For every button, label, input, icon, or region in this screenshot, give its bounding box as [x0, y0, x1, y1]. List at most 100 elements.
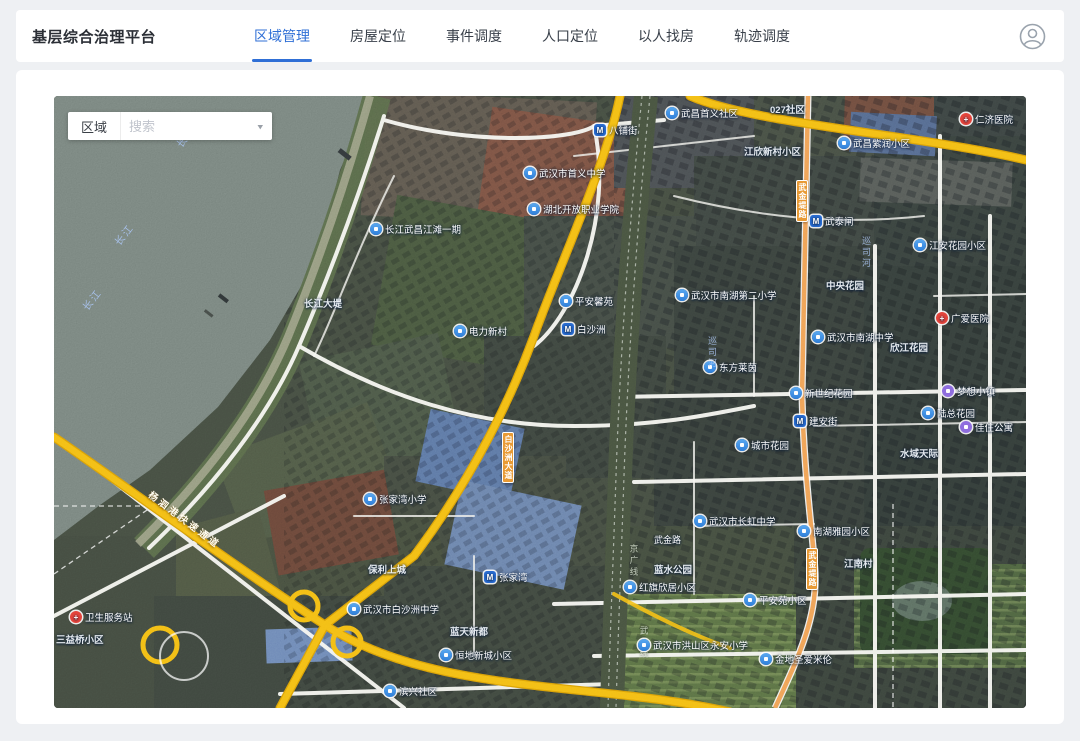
- map-label-text: 江南村: [844, 556, 873, 570]
- nav-tab-4[interactable]: 以人找房: [624, 10, 708, 62]
- map-label-text: 卫生服务站: [85, 610, 133, 624]
- map-text-label: 巡司河: [860, 236, 873, 269]
- map-label-text: 新世纪花园: [805, 386, 853, 400]
- poi-marker: 江安花园小区: [914, 238, 986, 252]
- map-label-text: 三益桥小区: [56, 632, 104, 646]
- poi-marker: 梦想小镇: [942, 384, 995, 398]
- map-label-text: 张家湾小学: [379, 492, 427, 506]
- map-text-label: 江欣新村小区: [744, 144, 801, 158]
- hospital-cross-icon: +: [936, 312, 948, 324]
- poi-marker: 陆总花园: [922, 406, 975, 420]
- nav-tabs: 区域管理房屋定位事件调度人口定位以人找房轨迹调度: [234, 10, 810, 62]
- poi-dot-icon: [704, 361, 716, 373]
- metro-icon: M: [484, 571, 496, 583]
- map-label-text: 城市花园: [751, 438, 789, 452]
- poi-marker: 平安苑小区: [744, 593, 807, 607]
- satellite-map[interactable]: 区域 ▾ 长江长江长江长江大堤长江武昌江滩一期武汉市首义中学湖北开放职业学院M八…: [54, 96, 1026, 708]
- poi-dot-icon: [922, 407, 934, 419]
- map-label-text: 武汉市白沙洲中学: [363, 602, 439, 616]
- map-label-text: 白沙洲大道: [504, 435, 512, 480]
- region-filter-label: 区域: [68, 112, 121, 140]
- poi-dot-icon: [798, 525, 810, 537]
- map-text-label: 杨泗港快速通道: [146, 487, 224, 551]
- map-label-text: 水域天际: [900, 446, 938, 460]
- chevron-down-icon[interactable]: ▾: [248, 121, 272, 131]
- poi-dot-icon: [624, 581, 636, 593]
- map-label-text: 电力新村: [469, 324, 507, 338]
- nav-tab-2[interactable]: 事件调度: [432, 10, 516, 62]
- map-label-text: 巡司河: [706, 336, 719, 369]
- hospital-cross-icon: +: [70, 611, 82, 623]
- map-text-label: 巡司河: [706, 336, 719, 369]
- metro-icon: M: [594, 124, 606, 136]
- map-label-text: 白沙洲: [577, 322, 606, 336]
- map-label-text: 长江大堤: [304, 296, 342, 310]
- map-label-text: 梦想小镇: [957, 384, 995, 398]
- map-text-label: 三益桥小区: [56, 632, 104, 646]
- map-label-text: 佳住公寓: [975, 420, 1013, 434]
- poi-marker: 武汉市长虹中学: [694, 514, 776, 528]
- map-label-text: 建安街: [809, 414, 838, 428]
- nav-tab-1[interactable]: 房屋定位: [336, 10, 420, 62]
- poi-dot-icon: [364, 493, 376, 505]
- hospital-cross-icon: +: [960, 113, 972, 125]
- map-text-label: 京广线: [628, 544, 640, 579]
- content-card: 区域 ▾ 长江长江长江长江大堤长江武昌江滩一期武汉市首义中学湖北开放职业学院M八…: [16, 70, 1064, 724]
- map-label-text: 武泰闸: [825, 214, 854, 228]
- user-avatar-icon[interactable]: [1019, 23, 1046, 50]
- poi-dot-icon: [960, 421, 972, 433]
- map-label-text: 长江武昌江滩一期: [385, 222, 461, 236]
- map-text-label: 长江大堤: [304, 296, 342, 310]
- poi-marker: 湖北开放职业学院: [528, 202, 619, 216]
- map-label-text: 张家湾: [499, 570, 528, 584]
- map-label-text: 东方莱茵: [719, 360, 757, 374]
- map-label-text: 江欣新村小区: [744, 144, 801, 158]
- map-label-text: 武九线: [638, 626, 650, 661]
- map-label-layer: 长江长江长江长江大堤长江武昌江滩一期武汉市首义中学湖北开放职业学院M八铺街武昌首…: [54, 96, 1026, 708]
- poi-dot-icon: [736, 439, 748, 451]
- hospital-marker: +广爱医院: [936, 311, 989, 325]
- poi-dot-icon: [838, 137, 850, 149]
- nav-tab-3[interactable]: 人口定位: [528, 10, 612, 62]
- metro-station-marker: M武泰闸: [810, 214, 854, 228]
- region-search-control[interactable]: 区域 ▾: [68, 112, 272, 140]
- map-text-label: 武九线: [638, 626, 650, 661]
- map-label-text: 陆总花园: [937, 406, 975, 420]
- map-label-text: 武汉市洪山区永安小学: [653, 638, 748, 652]
- poi-marker: 电力新村: [454, 324, 507, 338]
- map-label-text: 广爱医院: [951, 311, 989, 325]
- poi-dot-icon: [666, 107, 678, 119]
- app-title: 基层综合治理平台: [16, 26, 172, 47]
- poi-dot-icon: [638, 639, 650, 651]
- map-label-text: 恒地新城小区: [455, 648, 512, 662]
- map-text-label: 江南村: [844, 556, 873, 570]
- map-label-text: 江安花园小区: [929, 238, 986, 252]
- nav-tab-0[interactable]: 区域管理: [240, 10, 324, 62]
- metro-icon: M: [562, 323, 574, 335]
- poi-marker: 南湖雅园小区: [798, 524, 870, 538]
- top-navbar: 基层综合治理平台 区域管理房屋定位事件调度人口定位以人找房轨迹调度: [16, 10, 1064, 62]
- map-text-label: 中央花园: [826, 278, 864, 292]
- poi-dot-icon: [790, 387, 802, 399]
- map-label-text: 金地圣爱米伦: [775, 652, 832, 666]
- map-label-text: 巡司河: [860, 236, 873, 269]
- map-text-label: 长江: [110, 220, 137, 248]
- map-text-label: 长江: [78, 285, 105, 313]
- map-label-text: 南湖雅园小区: [813, 524, 870, 538]
- map-text-label: 白沙洲大道: [502, 432, 514, 483]
- nav-tab-5[interactable]: 轨迹调度: [720, 10, 804, 62]
- map-label-text: 长江: [78, 285, 105, 313]
- poi-marker: 武汉市洪山区永安小学: [638, 638, 748, 652]
- map-label-text: 中央花园: [826, 278, 864, 292]
- map-label-text: 武金堤路: [808, 551, 816, 587]
- map-label-text: 武金堤路: [798, 183, 806, 219]
- map-label-text: 杨泗港快速通道: [146, 487, 224, 551]
- map-label-text: 京广线: [628, 544, 640, 579]
- hospital-marker: +仁济医院: [960, 112, 1013, 126]
- region-search-input[interactable]: [121, 119, 248, 134]
- poi-dot-icon: [694, 515, 706, 527]
- poi-marker: 佳住公寓: [960, 420, 1013, 434]
- map-label-text: 长江: [110, 220, 137, 248]
- poi-marker: 长江武昌江滩一期: [370, 222, 461, 236]
- poi-dot-icon: [370, 223, 382, 235]
